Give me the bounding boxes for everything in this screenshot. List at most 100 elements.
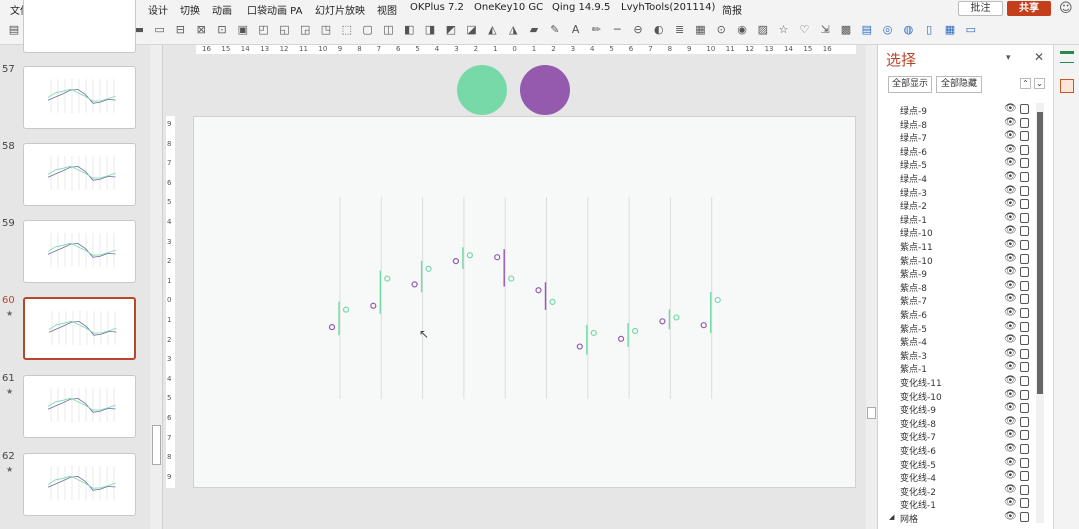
toolbar-tool-icon[interactable]: ◪ (466, 24, 478, 36)
layer-item[interactable]: 绿点-6 👁 (888, 144, 1038, 158)
send-backward-icon[interactable]: ⌄ (1034, 78, 1045, 89)
design-ideas-icon[interactable] (1060, 51, 1074, 63)
comment-button[interactable]: 批注 (958, 1, 1003, 16)
visibility-eye-icon[interactable]: 👁 (1004, 348, 1017, 359)
toolbar-tool-icon[interactable]: ▭ (154, 24, 166, 36)
visibility-eye-icon[interactable]: 👁 (1004, 157, 1017, 168)
toolbar-tool-icon[interactable]: ◍ (902, 24, 914, 36)
lock-icon[interactable] (1020, 416, 1029, 427)
lock-icon[interactable] (1020, 335, 1029, 346)
visibility-eye-icon[interactable]: 👁 (1004, 117, 1017, 128)
toolbar-tool-icon[interactable]: A (570, 24, 582, 36)
visibility-eye-icon[interactable]: 👁 (1004, 457, 1017, 468)
visibility-eye-icon[interactable]: 👁 (1004, 185, 1017, 196)
layer-item[interactable]: 紫点-1 👁 (888, 361, 1038, 375)
lock-icon[interactable] (1020, 512, 1029, 522)
lock-icon[interactable] (1020, 471, 1029, 482)
visibility-eye-icon[interactable]: 👁 (1004, 266, 1017, 277)
layer-item[interactable]: 变化线-7 👁 (888, 429, 1038, 443)
layer-item[interactable]: 变化线-9 👁 (888, 402, 1038, 416)
menu-item-14[interactable]: 简报 (722, 2, 742, 17)
hide-all-button[interactable]: 全部隐藏 (936, 76, 982, 93)
toolbar-tool-icon[interactable]: ◫ (382, 24, 394, 36)
lock-icon[interactable] (1020, 444, 1029, 454)
layer-item[interactable]: 绿点-9 👁 (888, 103, 1038, 117)
layer-item[interactable]: 紫点-4 👁 (888, 334, 1038, 348)
visibility-eye-icon[interactable]: 👁 (1004, 497, 1017, 508)
toolbar-tool-icon[interactable]: ◭ (486, 24, 498, 36)
toolbar-tool-icon[interactable]: ▩ (840, 24, 852, 36)
toolbar-tool-icon[interactable]: ▤ (8, 24, 20, 36)
visibility-eye-icon[interactable]: 👁 (1004, 511, 1017, 522)
toolbar-tool-icon[interactable]: ◮ (507, 24, 519, 36)
lock-icon[interactable] (1020, 430, 1029, 441)
layer-item[interactable]: 紫点-10 👁 (888, 253, 1038, 267)
editor-scrollbar[interactable] (866, 45, 877, 529)
lock-icon[interactable] (1020, 362, 1029, 373)
layer-item[interactable]: 紫点-6 👁 (888, 307, 1038, 321)
toolbar-tool-icon[interactable]: ◧ (403, 24, 415, 36)
bring-forward-icon[interactable]: ⌃ (1020, 78, 1031, 89)
lock-icon[interactable] (1020, 199, 1029, 210)
layer-item[interactable]: 紫点-5 👁 (888, 321, 1038, 335)
lock-icon[interactable] (1020, 457, 1029, 468)
menu-item-11[interactable]: OneKey10 GC (474, 2, 543, 13)
visibility-eye-icon[interactable]: 👁 (1004, 334, 1017, 345)
toolbar-tool-icon[interactable]: ≣ (674, 24, 686, 36)
lock-icon[interactable] (1020, 144, 1029, 155)
menu-item-13[interactable]: LvyhTools(201114) (621, 2, 715, 13)
visibility-eye-icon[interactable]: 👁 (1004, 198, 1017, 209)
visibility-eye-icon[interactable]: 👁 (1004, 280, 1017, 291)
visibility-eye-icon[interactable]: 👁 (1004, 225, 1017, 236)
lock-icon[interactable] (1020, 498, 1029, 509)
lock-icon[interactable] (1020, 240, 1029, 250)
toolbar-tool-icon[interactable]: ⬚ (341, 24, 353, 36)
layer-item[interactable]: 紫点-8 👁 (888, 280, 1038, 294)
layer-item[interactable]: 绿点-4 👁 (888, 171, 1038, 185)
toolbar-tool-icon[interactable]: ⊙ (715, 24, 727, 36)
toolbar-tool-icon[interactable]: ♡ (798, 24, 810, 36)
visibility-eye-icon[interactable]: 👁 (1004, 402, 1017, 413)
slide-thumbnail[interactable] (23, 375, 136, 438)
toolbar-tool-icon[interactable]: ✎ (549, 24, 561, 36)
visibility-eye-icon[interactable]: 👁 (1004, 361, 1017, 372)
layer-item[interactable]: 紫点-3 👁 (888, 348, 1038, 362)
layer-item[interactable]: 紫点-9 👁 (888, 266, 1038, 280)
layer-item[interactable]: 绿点-8 👁 (888, 117, 1038, 131)
lock-icon[interactable] (1020, 267, 1029, 278)
lock-icon[interactable] (1020, 348, 1029, 359)
visibility-eye-icon[interactable]: 👁 (1004, 239, 1017, 250)
menu-item-12[interactable]: Qing 14.9.5 (552, 2, 610, 13)
lock-icon[interactable] (1020, 253, 1029, 264)
visibility-eye-icon[interactable]: 👁 (1004, 416, 1017, 427)
green-circle[interactable] (457, 65, 507, 115)
toolbar-tool-icon[interactable]: ▨ (757, 24, 769, 36)
expand-arrow-icon[interactable]: ◢ (889, 513, 894, 521)
toolbar-tool-icon[interactable]: ◳ (320, 24, 332, 36)
layer-list-scroll-thumb[interactable] (1037, 112, 1043, 394)
visibility-eye-icon[interactable]: 👁 (1004, 144, 1017, 155)
toolbar-tool-icon[interactable]: ◱ (278, 24, 290, 36)
toolbar-tool-icon[interactable]: ◉ (736, 24, 748, 36)
toolbar-tool-icon[interactable]: ✏ (590, 24, 602, 36)
visibility-eye-icon[interactable]: 👁 (1004, 321, 1017, 332)
thumbnail-scrollbar[interactable] (150, 45, 162, 529)
layer-item[interactable]: 绿点-7 👁 (888, 130, 1038, 144)
visibility-eye-icon[interactable]: 👁 (1004, 293, 1017, 304)
slide-thumbnail[interactable] (23, 453, 136, 516)
layer-item[interactable]: 绿点-5 👁 (888, 157, 1038, 171)
thumbnail-scroll-thumb[interactable] (152, 425, 161, 465)
slide-canvas[interactable] (193, 116, 856, 488)
layer-item[interactable]: 紫点-7 👁 (888, 293, 1038, 307)
lock-icon[interactable] (1020, 185, 1029, 196)
toolbar-tool-icon[interactable]: ☆ (778, 24, 790, 36)
lock-icon[interactable] (1020, 226, 1029, 237)
menu-item-6[interactable]: 动画 (212, 2, 232, 17)
layer-item[interactable]: 变化线-8 👁 (888, 416, 1038, 430)
layer-item[interactable]: 绿点-3 👁 (888, 185, 1038, 199)
toolbar-tool-icon[interactable]: ◲ (299, 24, 311, 36)
layer-item[interactable]: 变化线-1 👁 (888, 497, 1038, 511)
layer-item[interactable]: 绿点-2 👁 (888, 198, 1038, 212)
close-icon[interactable]: ✕ (1034, 50, 1044, 64)
layer-item[interactable]: 变化线-11 👁 (888, 375, 1038, 389)
